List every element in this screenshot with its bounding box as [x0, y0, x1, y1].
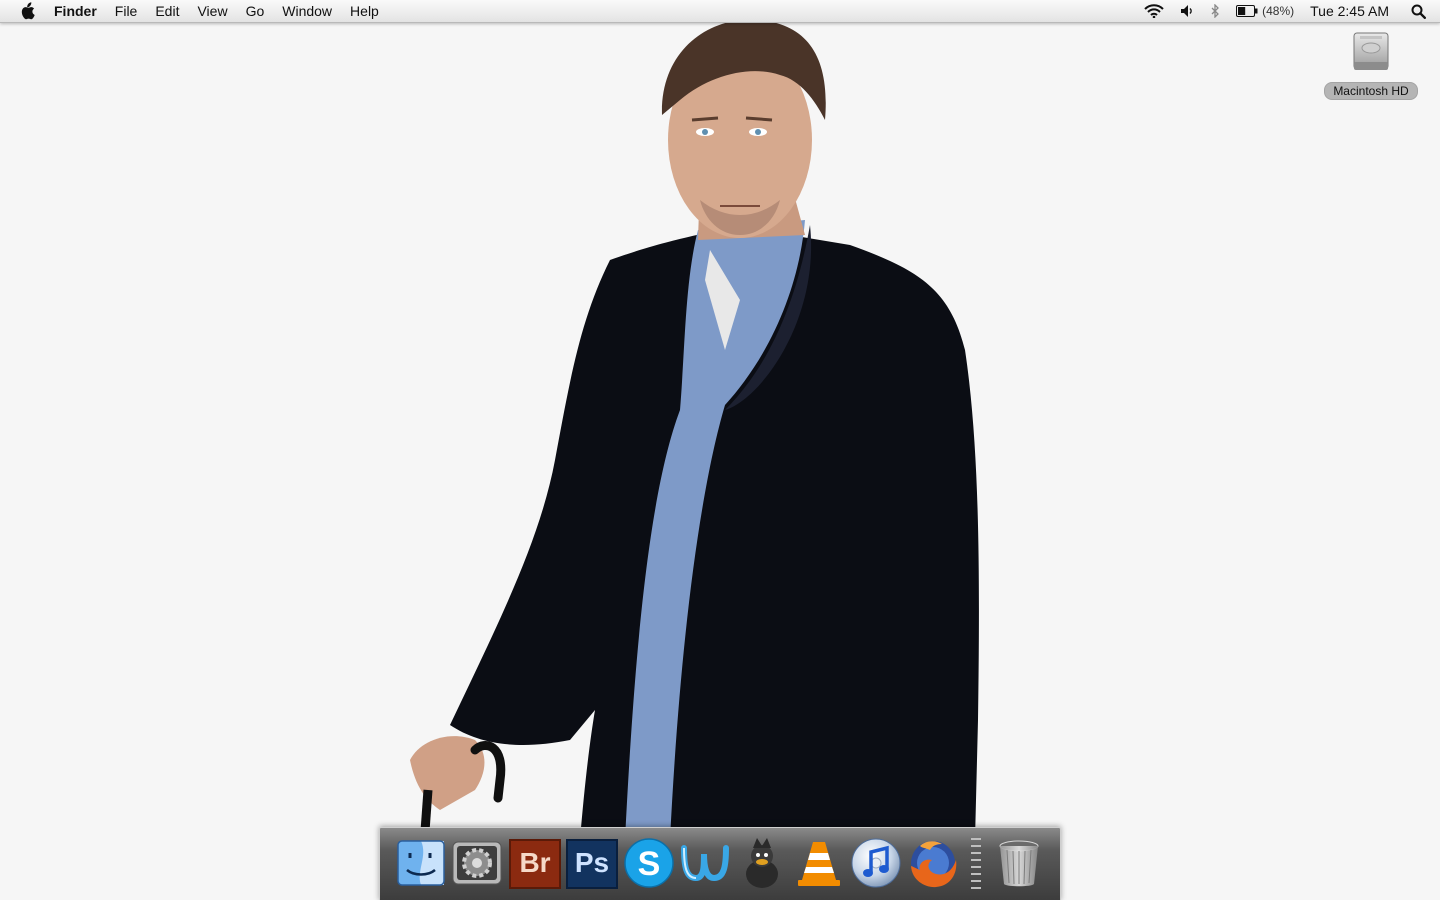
battery-status[interactable]: (48%) [1228, 0, 1302, 22]
skype-icon: S [624, 838, 674, 888]
menu-file[interactable]: File [106, 0, 147, 22]
menu-help[interactable]: Help [341, 0, 388, 22]
adobe-bridge-icon: Br [509, 839, 561, 889]
dock-item-trash[interactable] [992, 836, 1046, 890]
dock-item-system-preferences[interactable] [450, 836, 504, 890]
wifi-status[interactable] [1136, 0, 1172, 22]
dock-item-adobe-photoshop[interactable]: Ps [565, 836, 619, 890]
dock-separator [971, 838, 981, 889]
adobe-photoshop-icon: Ps [566, 839, 618, 889]
battery-icon [1236, 5, 1258, 17]
desktop-icon-label: Macintosh HD [1324, 82, 1418, 100]
hard-drive-icon [1353, 32, 1389, 70]
desktop: Finder File Edit View Go Window Help (48… [0, 0, 1440, 900]
menu-bar-left: Finder File Edit View Go Window Help [0, 0, 388, 22]
dock-item-itunes[interactable] [849, 836, 903, 890]
dock-item-vlc[interactable] [792, 836, 846, 890]
dock-item-finder[interactable] [394, 836, 448, 890]
bluetooth-status[interactable] [1202, 0, 1228, 22]
vlc-icon [798, 842, 840, 886]
dock-item-windows-live-writer[interactable] [678, 836, 732, 890]
photoshop-tile-text: Ps [575, 847, 609, 878]
menu-clock[interactable]: Tue 2:45 AM [1302, 0, 1403, 22]
battery-percent: (48%) [1262, 4, 1295, 18]
menu-go[interactable]: Go [237, 0, 274, 22]
spotlight-button[interactable] [1403, 0, 1440, 22]
apple-menu[interactable] [0, 0, 54, 22]
dock-item-firefox[interactable] [906, 836, 960, 890]
bridge-tile-text: Br [519, 847, 550, 878]
finder-icon [397, 840, 445, 886]
menu-edit[interactable]: Edit [146, 0, 188, 22]
dock: Br Ps S [379, 827, 1061, 900]
menu-app-finder[interactable]: Finder [54, 0, 106, 22]
firefox-icon [911, 841, 957, 888]
svg-text:S: S [638, 845, 661, 883]
wifi-icon [1144, 4, 1164, 18]
trash-icon [999, 840, 1039, 887]
spotlight-search-icon [1411, 4, 1426, 19]
bluetooth-icon [1211, 4, 1220, 18]
windows-live-icon [681, 845, 729, 882]
menu-window[interactable]: Window [273, 0, 341, 22]
dock-item-skype[interactable]: S [622, 836, 676, 890]
adium-icon [746, 838, 778, 888]
menu-view[interactable]: View [188, 0, 236, 22]
dock-item-adium[interactable] [735, 836, 789, 890]
dock-item-adobe-bridge[interactable]: Br [508, 836, 562, 890]
itunes-icon [851, 838, 901, 888]
volume-status[interactable] [1172, 0, 1202, 22]
menu-bar: Finder File Edit View Go Window Help (48… [0, 0, 1440, 23]
wallpaper-figure [410, 20, 979, 900]
system-preferences-icon [452, 841, 502, 885]
menu-bar-status: (48%) Tue 2:45 AM [1136, 0, 1440, 22]
volume-icon [1181, 5, 1192, 17]
desktop-icon-macintosh-hd[interactable]: Macintosh HD [1318, 30, 1424, 100]
apple-icon [21, 2, 35, 20]
